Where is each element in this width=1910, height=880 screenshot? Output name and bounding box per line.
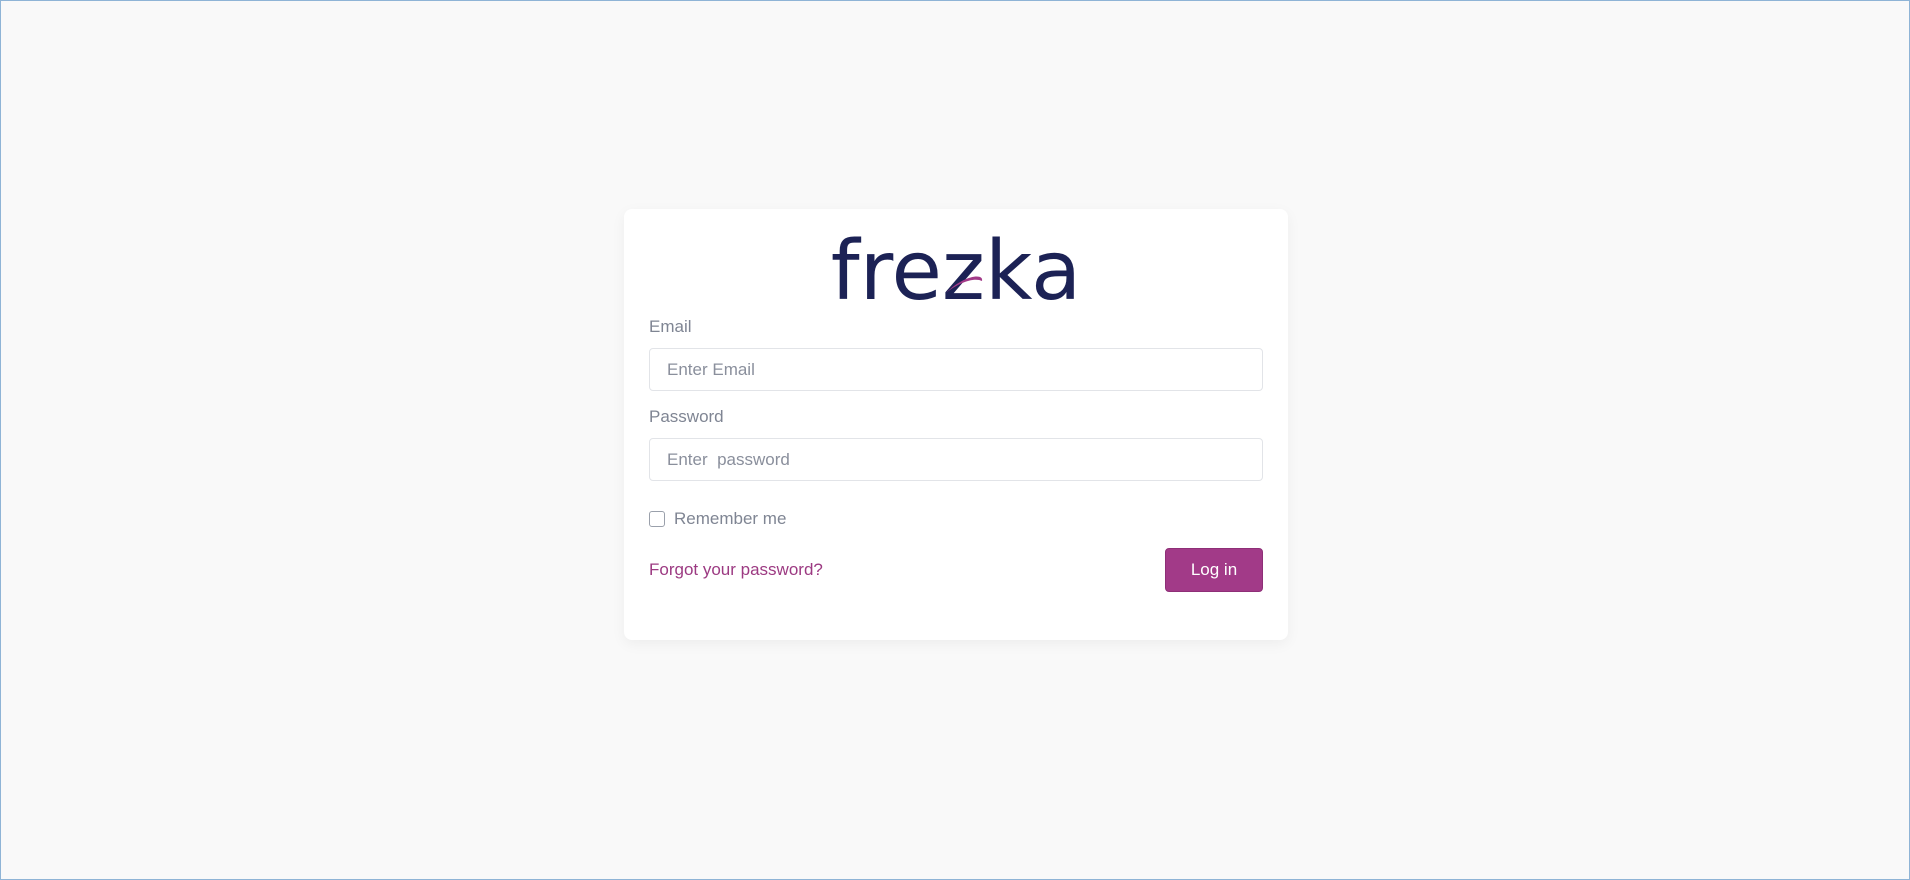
- password-field[interactable]: [649, 438, 1263, 481]
- remember-me-row[interactable]: Remember me: [649, 509, 1263, 529]
- frezka-logo: frezka: [831, 233, 1082, 303]
- login-card: frezka Email Password Remember me Forgot…: [624, 209, 1288, 640]
- email-label: Email: [649, 317, 692, 336]
- logo-wordmark: frezka: [831, 233, 1082, 303]
- login-button[interactable]: Log in: [1165, 548, 1263, 592]
- logo: frezka: [649, 233, 1263, 303]
- forgot-password-link[interactable]: Forgot your password?: [649, 560, 823, 580]
- remember-me-checkbox[interactable]: [649, 511, 665, 527]
- form-actions: Forgot your password? Log in: [649, 548, 1263, 592]
- email-field[interactable]: [649, 348, 1263, 391]
- password-label: Password: [649, 407, 724, 426]
- remember-me-label[interactable]: Remember me: [674, 509, 786, 529]
